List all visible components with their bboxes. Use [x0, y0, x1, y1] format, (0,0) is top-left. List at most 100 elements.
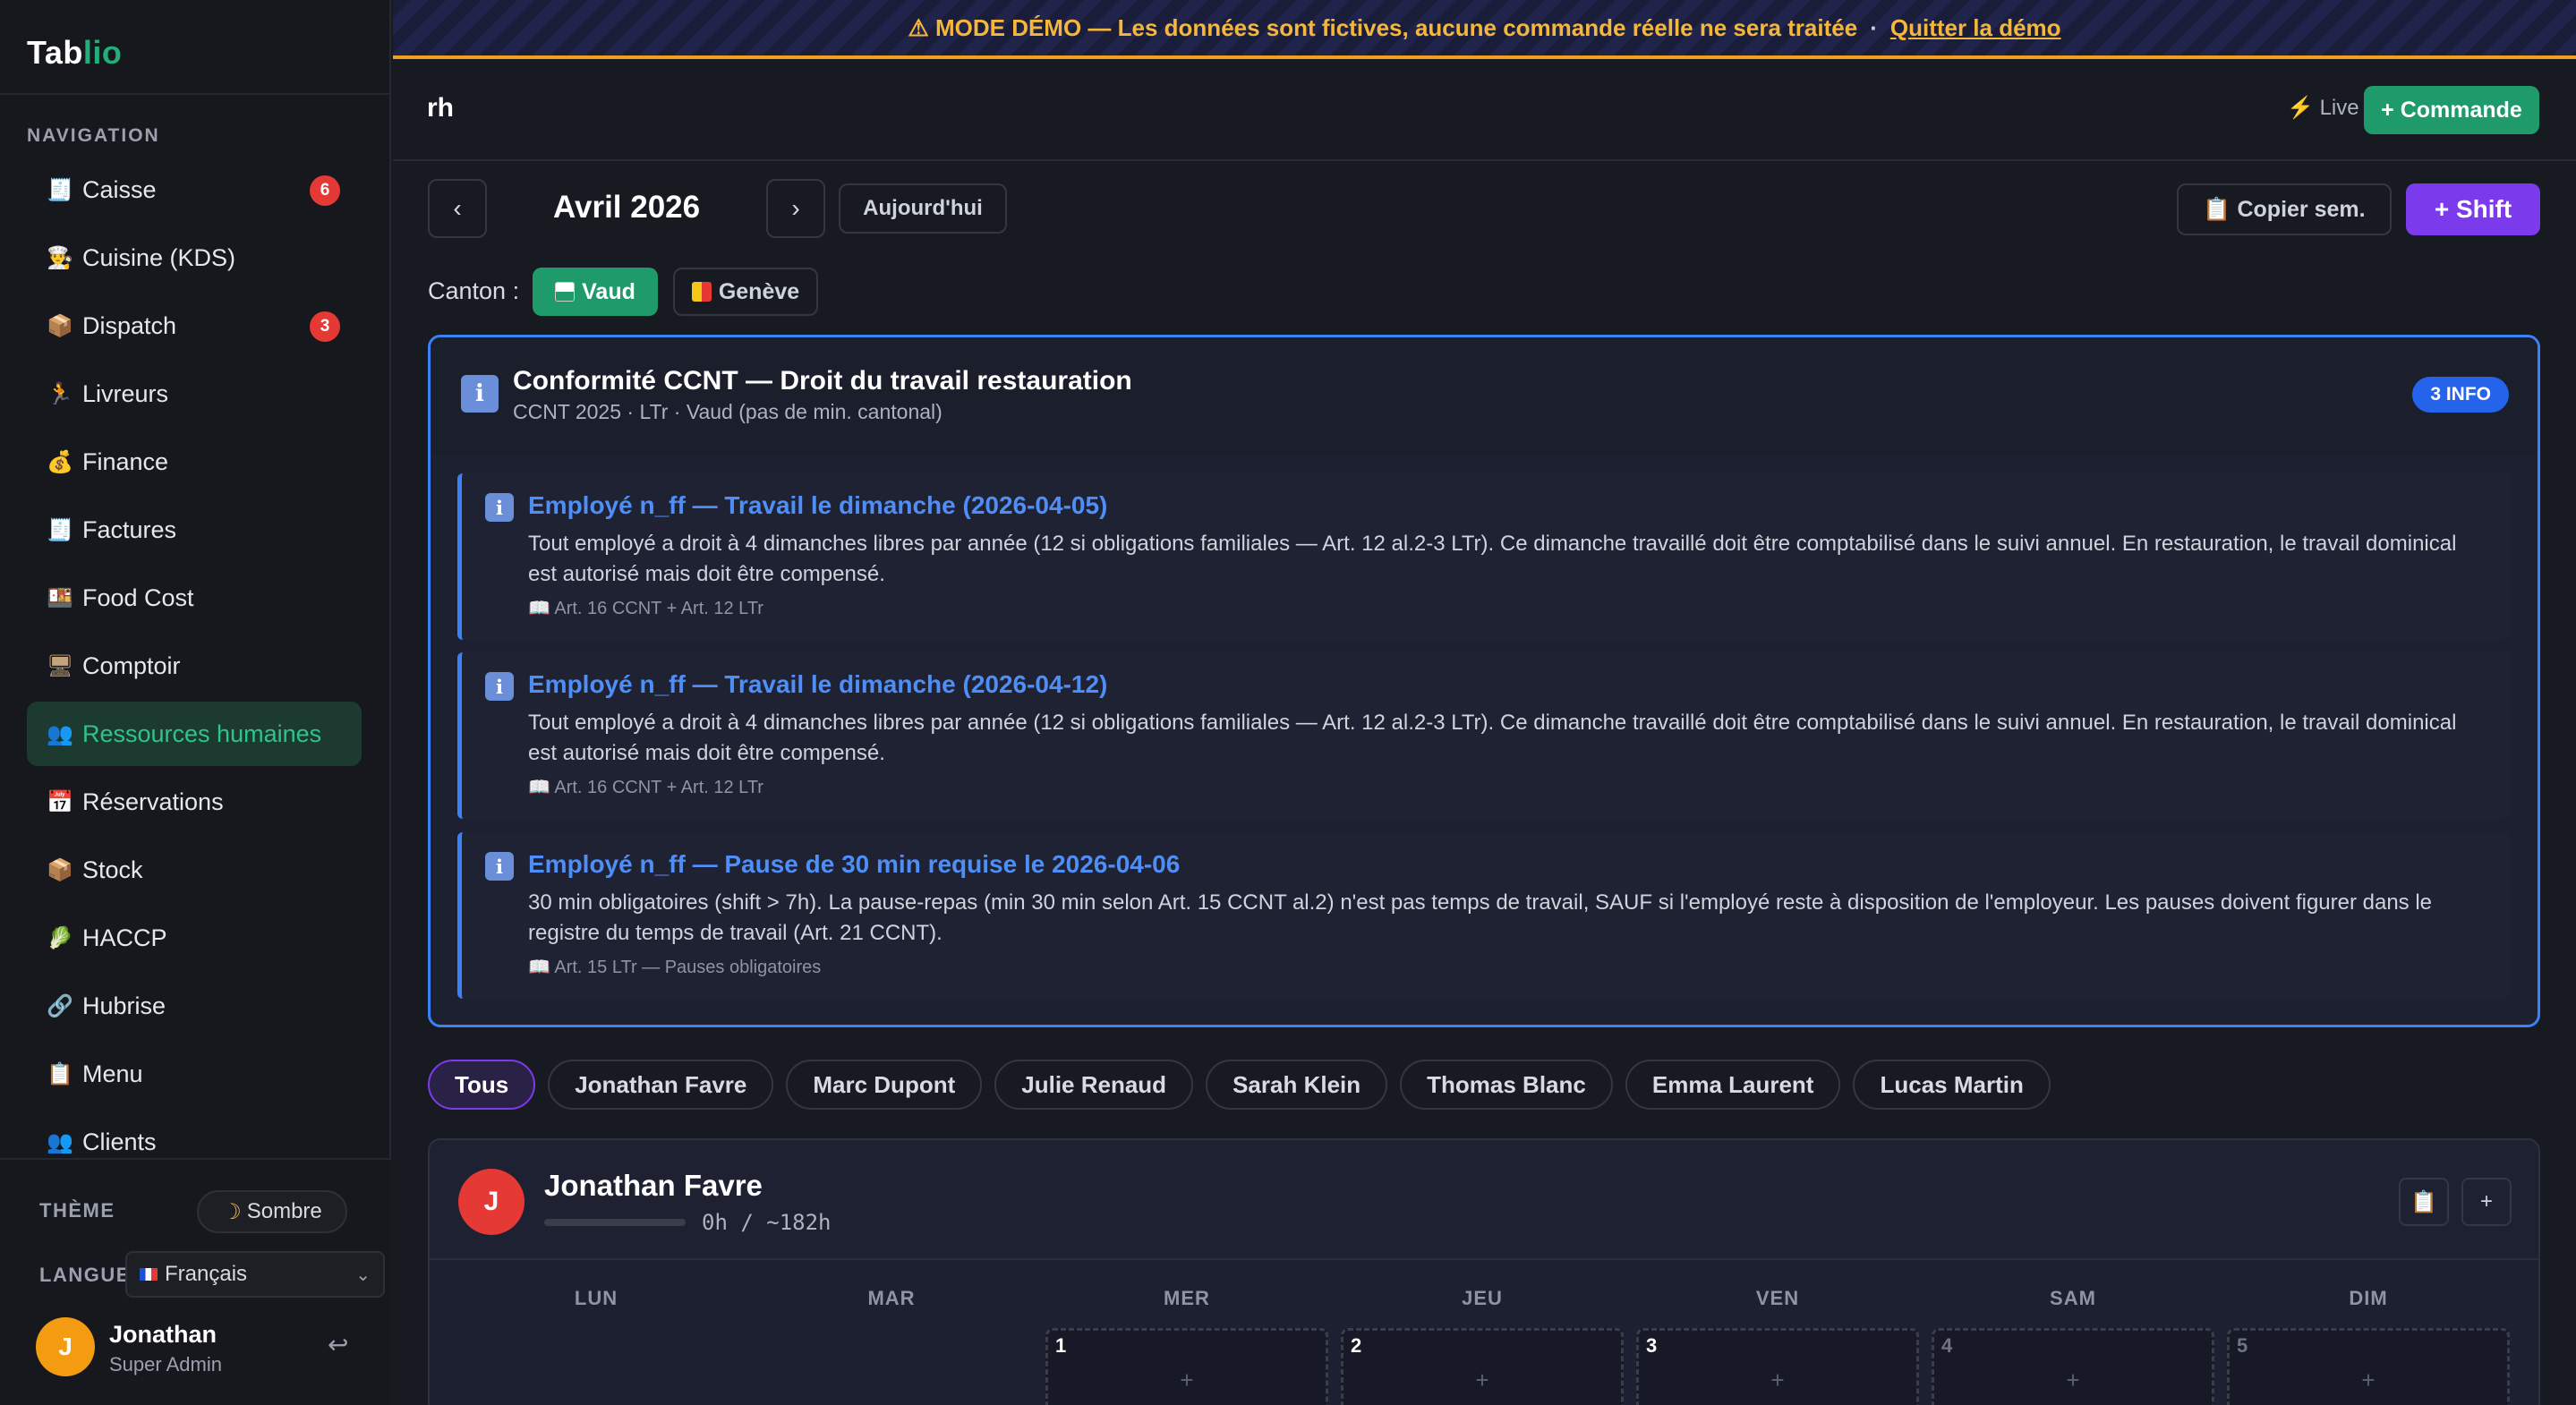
- sidebar-item[interactable]: 📦 Dispatch 3: [27, 294, 362, 358]
- day-number: 2: [1351, 1334, 1362, 1357]
- employee-header: J Jonathan Favre 0h / ~182h 📋 +: [430, 1140, 2538, 1260]
- sidebar-item-label: Dispatch: [82, 311, 177, 339]
- link-icon: 🔗: [47, 993, 73, 1018]
- sidebar: Tablio NAVIGATION 🧾 Caisse 6 👨‍🍳 Cuisine (KD…: [0, 0, 391, 1405]
- sidebar-item[interactable]: 🧾 Caisse 6: [27, 158, 362, 222]
- chevron-down-icon: ⌄: [355, 1265, 371, 1285]
- sidebar-item[interactable]: 🏃 Livreurs: [27, 362, 362, 426]
- cash-register-icon: 🧾: [47, 177, 73, 202]
- quit-demo-link[interactable]: Quitter la démo: [1890, 14, 2061, 42]
- box-icon: 📦: [47, 857, 73, 882]
- rule-title[interactable]: Employé n_ff — Travail le dimanche (2026…: [528, 491, 1107, 520]
- rule-reference: 📖 Art. 16 CCNT + Art. 12 LTr: [528, 599, 763, 618]
- sidebar-item-label: HACCP: [82, 924, 167, 951]
- filter-chip-employee[interactable]: Lucas Martin: [1853, 1060, 2051, 1110]
- user-avatar[interactable]: J: [36, 1317, 95, 1376]
- people-icon: 👥: [47, 1129, 73, 1154]
- today-button[interactable]: Aujourd'hui: [839, 183, 1007, 234]
- day-header: VEN: [1755, 1287, 1800, 1309]
- rule-title[interactable]: Employé n_ff — Pause de 30 min requise l…: [528, 850, 1180, 879]
- sidebar-item[interactable]: 🖥 Comptoir: [27, 634, 362, 698]
- rule-text: Tout employé a droit à 4 dimanches libre…: [528, 532, 2457, 586]
- prev-month-button[interactable]: ‹: [428, 179, 487, 238]
- sidebar-item[interactable]: 👥 Ressources humaines: [27, 702, 362, 766]
- bolt-icon: ⚡: [2287, 96, 2314, 120]
- day-header: SAM: [2050, 1287, 2096, 1309]
- day-header: MAR: [867, 1287, 916, 1309]
- sidebar-item[interactable]: 📋 Menu: [27, 1042, 362, 1106]
- canton-vaud-label: Vaud: [582, 278, 635, 304]
- plus-icon: +: [2479, 1189, 2493, 1213]
- topbar: rh ⚡ Live + Commande: [393, 63, 2576, 161]
- sidebar-item-label: Clients: [82, 1128, 157, 1155]
- app-logo[interactable]: Tablio: [27, 34, 122, 72]
- day-cell[interactable]: 3 +: [1636, 1328, 1919, 1405]
- clipboard-icon: 📋: [47, 1061, 73, 1086]
- logout-icon[interactable]: ↩: [328, 1330, 348, 1359]
- filter-chip-employee[interactable]: Emma Laurent: [1625, 1060, 1841, 1110]
- sidebar-footer: THÈME ☽ Sombre LANGUE Français ⌄ J Jonath…: [0, 1158, 391, 1405]
- sidebar-item-label: Livreurs: [82, 379, 169, 407]
- divider: [0, 93, 391, 95]
- day-header: LUN: [574, 1287, 618, 1309]
- sidebar-item-label: Caisse: [82, 175, 157, 203]
- filter-chip-employee[interactable]: Julie Renaud: [994, 1060, 1194, 1110]
- rule-text: 30 min obligatoires (shift > 7h). La pau…: [528, 890, 2433, 945]
- lang-value: Français: [165, 1262, 248, 1286]
- add-shift-button[interactable]: + Shift: [2406, 183, 2540, 235]
- compliance-rule: i Employé n_ff — Travail le dimanche (20…: [457, 473, 2511, 640]
- compliance-panel: i Conformité CCNT — Droit du travail res…: [428, 335, 2540, 1027]
- sidebar-item[interactable]: 🥬 HACCP: [27, 906, 362, 970]
- canton-vaud-button[interactable]: Vaud: [533, 268, 658, 316]
- add-shift-plus-icon[interactable]: +: [1343, 1367, 1621, 1394]
- add-shift-plus-icon[interactable]: +: [1934, 1367, 2212, 1394]
- filter-chip-employee[interactable]: Sarah Klein: [1206, 1060, 1388, 1110]
- logo-accent: lio: [82, 34, 123, 71]
- sidebar-item[interactable]: 🧾 Factures: [27, 498, 362, 562]
- banner-separator: ·: [1870, 13, 1878, 41]
- theme-toggle-button[interactable]: ☽ Sombre: [197, 1190, 347, 1233]
- language-select[interactable]: Français ⌄: [125, 1251, 385, 1298]
- add-shift-plus-icon[interactable]: +: [2230, 1367, 2507, 1394]
- day-cell[interactable]: 1 +: [1045, 1328, 1328, 1405]
- canton-geneve-button[interactable]: Genève: [673, 268, 818, 316]
- next-month-button[interactable]: ›: [766, 179, 825, 238]
- day-cell[interactable]: 2 +: [1341, 1328, 1624, 1405]
- user-role: Super Admin: [109, 1353, 222, 1375]
- flag-fr-icon: [140, 1268, 158, 1281]
- sidebar-item[interactable]: 🔗 Hubrise: [27, 974, 362, 1038]
- notification-badge: 6: [310, 175, 340, 206]
- compliance-count-badge: 3 INFO: [2412, 377, 2509, 413]
- sidebar-item[interactable]: 🍱 Food Cost: [27, 566, 362, 630]
- calendar-icon: 📅: [47, 789, 73, 814]
- add-shift-plus-icon[interactable]: +: [1639, 1367, 1916, 1394]
- sidebar-item[interactable]: 📦 Stock: [27, 838, 362, 902]
- flag-vaud-icon: [555, 282, 576, 302]
- filter-chip-employee[interactable]: Marc Dupont: [786, 1060, 983, 1110]
- rule-text: Tout employé a droit à 4 dimanches libre…: [528, 711, 2457, 765]
- filter-chip-employee[interactable]: Jonathan Favre: [548, 1060, 774, 1110]
- user-name: Jonathan: [109, 1321, 218, 1348]
- rule-title[interactable]: Employé n_ff — Travail le dimanche (2026…: [528, 670, 1107, 699]
- new-command-button[interactable]: + Commande: [2364, 86, 2539, 134]
- employee-name: Jonathan Favre: [544, 1169, 763, 1202]
- copy-week-button[interactable]: 📋 Copier sem.: [2177, 183, 2392, 235]
- hours-progress-bar: [544, 1219, 686, 1226]
- food-cost-icon: 🍱: [47, 585, 73, 610]
- month-title: Avril 2026: [553, 190, 701, 225]
- copy-schedule-button[interactable]: 📋: [2399, 1178, 2449, 1226]
- sidebar-item[interactable]: 💰 Finance: [27, 430, 362, 494]
- sidebar-item-label: Factures: [82, 515, 177, 543]
- add-employee-shift-button[interactable]: +: [2461, 1178, 2512, 1226]
- filter-chip-all[interactable]: Tous: [428, 1060, 536, 1110]
- employee-filter: Tous Jonathan Favre Marc Dupont Julie Re…: [428, 1060, 2051, 1110]
- sidebar-item-label: Comptoir: [82, 651, 181, 679]
- filter-chip-employee[interactable]: Thomas Blanc: [1400, 1060, 1613, 1110]
- day-cell[interactable]: 5 +: [2227, 1328, 2510, 1405]
- compliance-rule: i Employé n_ff — Travail le dimanche (20…: [457, 652, 2511, 819]
- employee-schedule-card: J Jonathan Favre 0h / ~182h 📋 + LUN MAR ME…: [428, 1138, 2540, 1405]
- sidebar-item[interactable]: 📅 Réservations: [27, 770, 362, 834]
- day-cell[interactable]: 4 +: [1932, 1328, 2214, 1405]
- add-shift-plus-icon[interactable]: +: [1048, 1367, 1326, 1394]
- sidebar-item[interactable]: 👨‍🍳 Cuisine (KDS): [27, 226, 362, 290]
